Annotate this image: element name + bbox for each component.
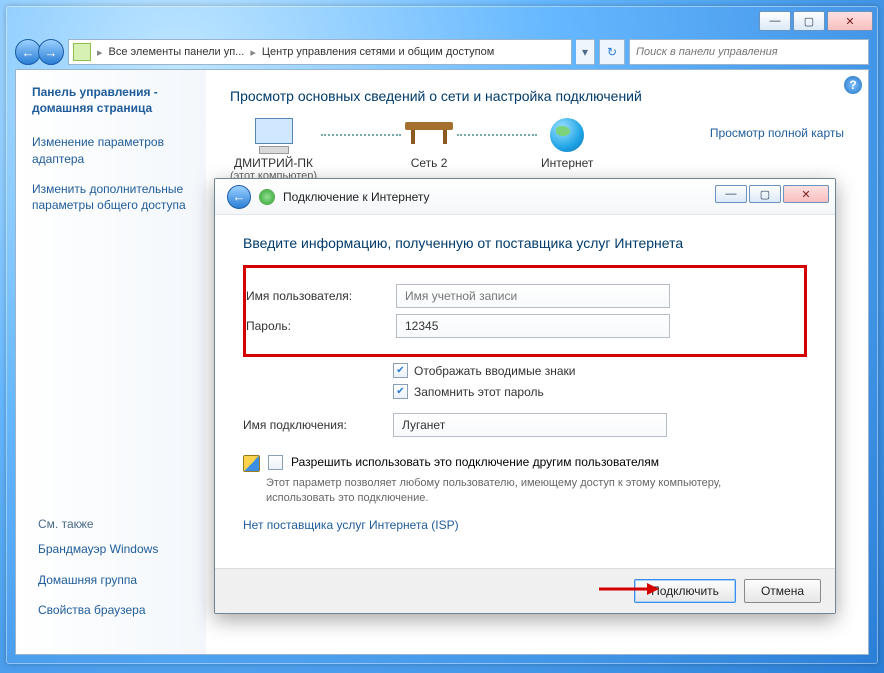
wizard-body: Введите информацию, полученную от постав… <box>215 215 835 532</box>
full-map-link[interactable]: Просмотр полной карты <box>710 126 844 140</box>
network-line <box>457 134 537 138</box>
remember-password-label: Запомнить этот пароль <box>414 385 544 399</box>
computer-icon <box>252 118 296 154</box>
control-panel-icon <box>73 43 91 61</box>
show-characters-checkbox[interactable] <box>393 363 408 378</box>
sidebar-link-sharing[interactable]: Изменить дополнительные параметры общего… <box>32 181 190 213</box>
connection-name-label: Имя подключения: <box>243 418 393 432</box>
breadcrumb-dropdown[interactable]: ▾ <box>576 39 595 65</box>
window-chrome <box>759 11 873 31</box>
breadcrumb-part[interactable]: Все элементы панели уп... <box>109 46 245 58</box>
password-field[interactable] <box>396 314 670 338</box>
maximize-button[interactable] <box>793 11 825 31</box>
remember-password-checkbox[interactable] <box>393 384 408 399</box>
show-characters-label: Отображать вводимые знаки <box>414 364 575 378</box>
pc-name: ДМИТРИЙ-ПК <box>230 156 317 170</box>
password-label: Пароль: <box>246 319 396 333</box>
arrow-annotation <box>599 583 659 593</box>
breadcrumb-part[interactable]: Центр управления сетями и общим доступом <box>262 46 494 58</box>
internet-icon <box>550 118 584 152</box>
wizard-heading: Введите информацию, полученную от постав… <box>243 235 807 251</box>
network-node-pc: ДМИТРИЙ-ПК (этот компьютер) <box>230 118 317 182</box>
allow-others-checkbox[interactable] <box>268 455 283 470</box>
wizard-maximize-button[interactable] <box>749 185 781 203</box>
see-also-browser[interactable]: Свойства браузера <box>38 602 208 618</box>
connection-name-input[interactable] <box>400 417 660 433</box>
address-bar: ← → ▸ Все элементы панели уп... ▸ Центр … <box>15 37 869 67</box>
see-also-firewall[interactable]: Брандмауэр Windows <box>38 541 208 557</box>
wizard-title: Подключение к Интернету <box>283 190 430 204</box>
help-icon[interactable]: ? <box>844 76 862 94</box>
search-box[interactable] <box>629 39 869 65</box>
forward-button[interactable]: → <box>38 39 64 65</box>
cancel-button[interactable]: Отмена <box>744 579 821 603</box>
wizard-back-button[interactable]: ← <box>227 185 251 209</box>
allow-others-description: Этот параметр позволяет любому пользоват… <box>266 476 786 506</box>
wizard-close-button[interactable] <box>783 185 829 203</box>
allow-others-row: Разрешить использовать это подключение д… <box>243 455 807 472</box>
network-icon <box>405 122 453 148</box>
see-also-homegroup[interactable]: Домашняя группа <box>38 572 208 588</box>
search-input[interactable] <box>634 45 864 59</box>
password-input[interactable] <box>403 318 663 334</box>
refresh-button[interactable]: ↻ <box>599 39 625 65</box>
allow-others-label: Разрешить использовать это подключение д… <box>291 455 659 469</box>
breadcrumb[interactable]: ▸ Все элементы панели уп... ▸ Центр упра… <box>68 39 572 65</box>
see-also-title: См. также <box>38 517 208 531</box>
no-isp-link[interactable]: Нет поставщика услуг Интернета (ISP) <box>243 518 459 532</box>
sidebar-link-adapter[interactable]: Изменение параметров адаптера <box>32 134 190 166</box>
internet-label: Интернет <box>541 156 593 170</box>
highlight-box: Имя пользователя: Пароль: <box>243 265 807 357</box>
globe-small-icon <box>259 189 275 205</box>
network-line <box>321 134 401 138</box>
wizard-minimize-button[interactable] <box>715 185 747 203</box>
see-also-section: См. также Брандмауэр Windows Домашняя гр… <box>38 517 208 632</box>
shield-icon <box>243 455 260 472</box>
network-name: Сеть 2 <box>405 156 453 170</box>
control-panel-home-link[interactable]: Панель управления - домашняя страница <box>32 84 190 116</box>
username-input[interactable] <box>403 288 663 304</box>
minimize-button[interactable] <box>759 11 791 31</box>
network-node-internet: Интернет <box>541 118 593 182</box>
connection-name-field[interactable] <box>393 413 667 437</box>
username-field[interactable] <box>396 284 670 308</box>
close-button[interactable] <box>827 11 873 31</box>
page-title: Просмотр основных сведений о сети и наст… <box>230 88 844 104</box>
sidebar: Панель управления - домашняя страница Из… <box>16 70 206 654</box>
wizard-footer: Подключить Отмена <box>215 568 835 613</box>
network-node-lan: Сеть 2 <box>405 122 453 182</box>
wizard-chrome <box>715 185 829 203</box>
username-label: Имя пользователя: <box>246 289 396 303</box>
internet-connection-wizard: ← Подключение к Интернету Введите информ… <box>214 178 836 614</box>
